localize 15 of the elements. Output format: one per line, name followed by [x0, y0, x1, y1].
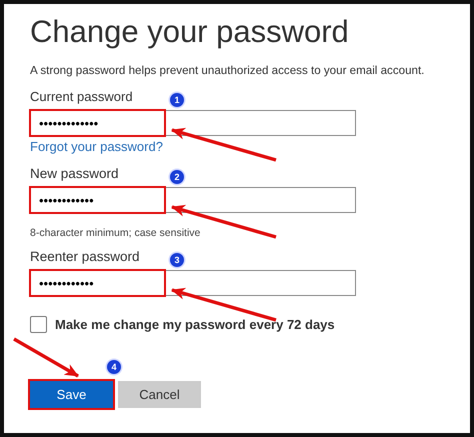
- step-badge: 4: [107, 360, 121, 374]
- step-badge: 3: [170, 253, 184, 267]
- field-label: New password: [30, 166, 119, 181]
- hint-text: 8-character minimum; case sensitive: [30, 227, 202, 239]
- forgot-password-link[interactable]: Forgot your password?: [30, 139, 163, 154]
- checkbox[interactable]: [30, 316, 47, 333]
- step-badge: 2: [170, 170, 184, 184]
- step-badge: 1: [170, 93, 184, 107]
- page-title: Change your password: [30, 13, 350, 51]
- checkbox-label: Make me change my password every 72 days: [55, 317, 335, 332]
- cancel-button[interactable]: Cancel: [118, 381, 201, 408]
- save-button[interactable]: Save: [30, 381, 113, 408]
- description-text: A strong password helps prevent unauthorized access to your email account.: [30, 64, 426, 77]
- field-label: Reenter password: [30, 249, 140, 264]
- field-label: Current password: [30, 89, 133, 104]
